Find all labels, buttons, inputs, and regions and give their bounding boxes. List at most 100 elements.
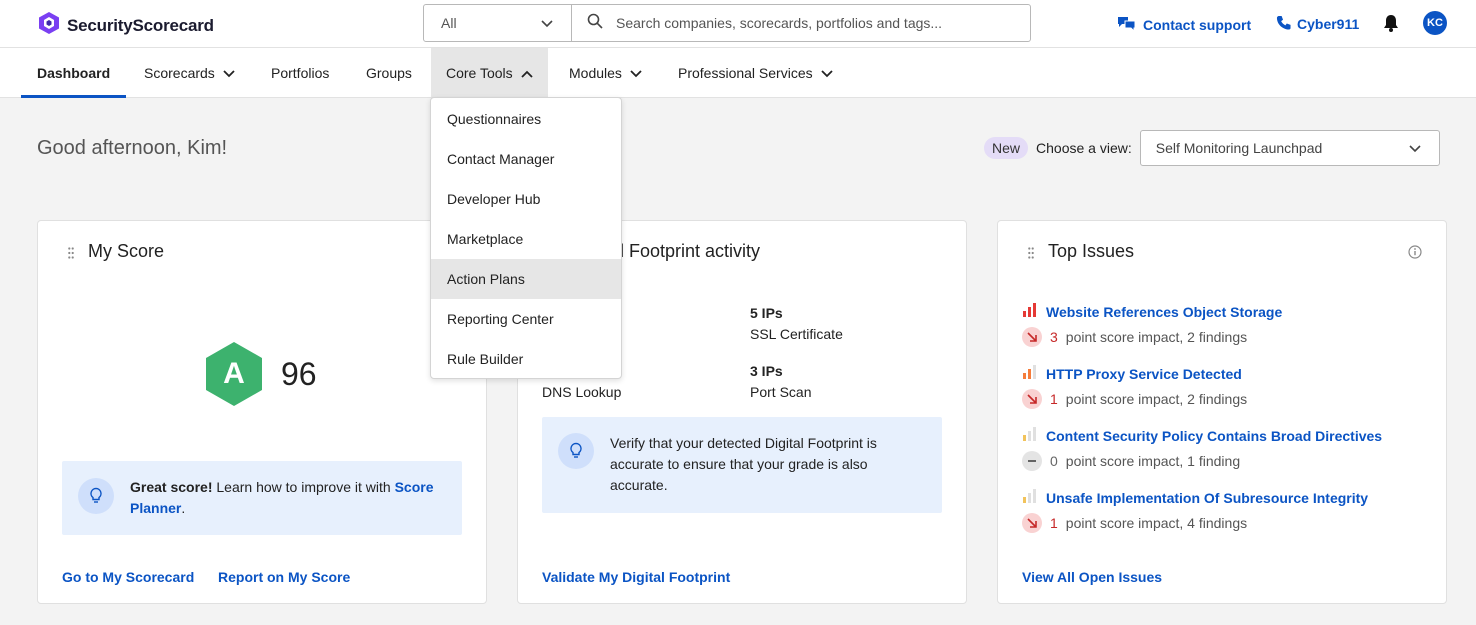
search-input[interactable] <box>616 15 1016 31</box>
severity-medium-icon <box>1022 365 1038 382</box>
nav-core-tools[interactable]: Core Tools <box>431 48 548 97</box>
greeting-heading: Good afternoon, Kim! <box>37 137 228 159</box>
score-tip-end: . <box>181 500 186 516</box>
issue-title-link[interactable]: Content Security Policy Contains Broad D… <box>1046 428 1382 444</box>
nav-modules-label: Modules <box>569 64 622 81</box>
issue-item[interactable]: HTTP Proxy Service Detected 1 point scor… <box>1022 365 1247 409</box>
score-tip-body: Learn how to improve it with <box>212 479 395 495</box>
score-tip-bold: Great score! <box>130 479 213 495</box>
nav-professional-services[interactable]: Professional Services <box>678 48 833 97</box>
stat-value: 5 IPs <box>750 305 783 321</box>
arrow-down-right-icon <box>1022 389 1042 409</box>
chevron-down-icon <box>1409 140 1421 156</box>
lightbulb-icon <box>558 433 594 469</box>
arrow-down-right-icon <box>1022 327 1042 347</box>
footprint-header: l Footprint activity <box>620 241 760 262</box>
nav-scorecards[interactable]: Scorecards <box>144 48 235 97</box>
issue-title-row: Website References Object Storage <box>1022 303 1282 320</box>
nav-modules[interactable]: Modules <box>569 48 642 97</box>
issue-meta-row: 0 point score impact, 1 finding <box>1022 451 1382 471</box>
issue-meta-row: 1 point score impact, 4 findings <box>1022 513 1368 533</box>
issue-meta-row: 1 point score impact, 2 findings <box>1022 389 1247 409</box>
impact-meta: point score impact, 2 findings <box>1065 329 1248 345</box>
menu-item-questionnaires[interactable]: Questionnaires <box>431 99 621 139</box>
nav-groups[interactable]: Groups <box>366 48 412 97</box>
score-tip-box: Great score! Learn how to improve it wit… <box>62 461 462 535</box>
menu-item-developer-hub[interactable]: Developer Hub <box>431 179 621 219</box>
report-on-score-link[interactable]: Report on My Score <box>218 569 350 585</box>
issue-title-row: Content Security Policy Contains Broad D… <box>1022 427 1382 444</box>
user-avatar[interactable]: KC <box>1423 11 1447 35</box>
top-header: SecurityScorecard All Contact support Cy… <box>0 0 1476 48</box>
nav-dashboard[interactable]: Dashboard <box>20 48 127 98</box>
footprint-stat-port-scan: 3 IPs Port Scan <box>750 361 811 403</box>
info-icon[interactable] <box>1408 245 1422 264</box>
severity-low-icon <box>1022 489 1038 506</box>
issue-item[interactable]: Unsafe Implementation Of Subresource Int… <box>1022 489 1368 533</box>
issue-item[interactable]: Content Security Policy Contains Broad D… <box>1022 427 1382 471</box>
footprint-title: l Footprint activity <box>620 241 761 261</box>
new-badge: New <box>984 137 1029 159</box>
impact-value: 1 <box>1050 515 1058 531</box>
menu-item-action-plans[interactable]: Action Plans <box>431 259 621 299</box>
brand-name: SecurityScorecard <box>67 15 214 35</box>
nav-professional-services-label: Professional Services <box>678 64 813 81</box>
chevron-down-icon <box>630 65 642 81</box>
arrow-down-right-icon <box>1022 513 1042 533</box>
severity-high-icon <box>1022 303 1038 320</box>
top-issues-title: Top Issues <box>1048 241 1135 261</box>
issue-title-link[interactable]: Website References Object Storage <box>1046 304 1282 320</box>
global-search: All <box>423 4 1031 42</box>
contact-support-label: Contact support <box>1143 16 1252 33</box>
score-value: 96 <box>281 355 317 392</box>
minus-icon <box>1022 451 1042 471</box>
score-tip-text: Great score! Learn how to improve it wit… <box>130 477 440 519</box>
menu-item-contact-manager[interactable]: Contact Manager <box>431 139 621 179</box>
issue-item[interactable]: Website References Object Storage 3 poin… <box>1022 303 1282 347</box>
drag-handle-icon[interactable] <box>68 246 74 259</box>
view-select[interactable]: Self Monitoring Launchpad <box>1139 130 1440 166</box>
search-scope-select[interactable]: All <box>424 5 572 41</box>
view-chooser: New Choose a view: Self Monitoring Launc… <box>984 130 1440 166</box>
menu-item-reporting-center[interactable]: Reporting Center <box>431 299 621 339</box>
cyber911-link[interactable]: Cyber911 <box>1276 15 1359 33</box>
issue-title-link[interactable]: HTTP Proxy Service Detected <box>1046 366 1242 382</box>
core-tools-dropdown: Questionnaires Contact Manager Developer… <box>430 97 622 379</box>
my-score-title: My Score <box>88 241 165 261</box>
bell-icon[interactable] <box>1383 14 1399 37</box>
footprint-tip-text: Verify that your detected Digital Footpr… <box>610 435 877 493</box>
impact-value: 3 <box>1050 329 1058 345</box>
view-select-value: Self Monitoring Launchpad <box>1155 140 1323 156</box>
chevron-up-icon <box>521 65 533 81</box>
chevron-down-icon <box>223 65 235 81</box>
top-issues-header: Top Issues <box>1028 241 1134 262</box>
contact-support-link[interactable]: Contact support <box>1117 15 1251 34</box>
impact-value: 0 <box>1050 453 1058 469</box>
stat-label: DNS Lookup <box>542 384 622 400</box>
menu-item-rule-builder[interactable]: Rule Builder <box>431 339 621 379</box>
issue-title-link[interactable]: Unsafe Implementation Of Subresource Int… <box>1046 490 1368 506</box>
drag-handle-icon[interactable] <box>1028 246 1034 259</box>
footprint-stat-ssl: 5 IPs SSL Certificate <box>750 303 843 345</box>
nav-groups-label: Groups <box>366 64 412 81</box>
top-issues-card: Top Issues Website References Object Sto… <box>997 220 1447 604</box>
impact-meta: point score impact, 2 findings <box>1065 391 1248 407</box>
menu-item-marketplace[interactable]: Marketplace <box>431 219 621 259</box>
go-to-scorecard-link[interactable]: Go to My Scorecard <box>62 569 194 585</box>
chevron-down-icon <box>820 65 833 81</box>
main-nav: Dashboard Scorecards Portfolios Groups C… <box>0 48 1476 98</box>
grade-letter: A <box>223 357 245 390</box>
grade-hexagon: A <box>205 341 263 407</box>
score-display: A 96 <box>205 341 317 407</box>
nav-portfolios[interactable]: Portfolios <box>271 48 329 97</box>
my-score-header: My Score <box>68 241 164 262</box>
issue-title-row: HTTP Proxy Service Detected <box>1022 365 1247 382</box>
brand-logo[interactable]: SecurityScorecard <box>37 11 214 40</box>
issue-meta-row: 3 point score impact, 2 findings <box>1022 327 1282 347</box>
validate-footprint-link[interactable]: Validate My Digital Footprint <box>542 569 730 585</box>
nav-scorecards-label: Scorecards <box>144 64 215 81</box>
stat-label: Port Scan <box>750 384 812 400</box>
impact-value: 1 <box>1050 391 1058 407</box>
footprint-tip-box: Verify that your detected Digital Footpr… <box>542 417 942 513</box>
view-all-issues-link[interactable]: View All Open Issues <box>1022 569 1162 585</box>
